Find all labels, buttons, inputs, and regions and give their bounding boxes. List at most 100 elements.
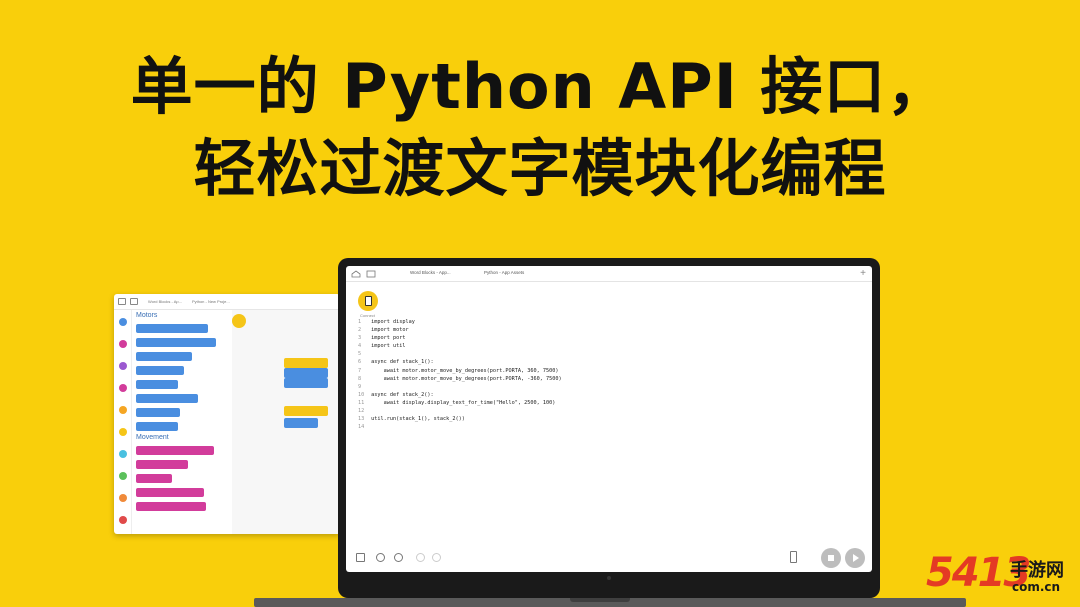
motor-block[interactable]	[136, 408, 180, 417]
laptop: Word Blocks - App... Python - App Assets…	[338, 258, 880, 598]
motor-block[interactable]	[136, 380, 178, 389]
motor-block[interactable]	[136, 338, 216, 347]
redo-icon[interactable]	[432, 553, 441, 562]
laptop-notch	[570, 598, 630, 602]
code-line: 4 import util	[358, 342, 562, 350]
code-text: await motor.motor_move_by_degrees(port.P…	[368, 367, 559, 374]
category-light-dot[interactable]	[119, 362, 127, 370]
watermark-url: com.cn	[1012, 580, 1061, 594]
headline-line-1: 单一的 Python API 接口，	[130, 50, 950, 123]
home-icon[interactable]	[118, 298, 126, 305]
code-text: await display.display_text_for_time("Hel…	[368, 399, 556, 406]
movement-block[interactable]	[136, 446, 214, 455]
movement-block[interactable]	[136, 488, 204, 497]
code-text: async def stack_2():	[368, 391, 434, 398]
category-motors-dot[interactable]	[119, 318, 127, 326]
add-tab-icon[interactable]: +	[860, 268, 866, 279]
line-number: 6	[358, 359, 362, 366]
python-editor-screen: Word Blocks - App... Python - App Assets…	[346, 266, 872, 572]
category-operators-dot[interactable]	[119, 472, 127, 480]
motor-block[interactable]	[136, 352, 192, 361]
hub-icon	[364, 296, 372, 306]
line-number: 5	[358, 351, 362, 358]
section-motors-heading: Motors	[136, 312, 158, 319]
home-icon[interactable]	[351, 270, 361, 278]
zoom-in-icon[interactable]	[394, 553, 403, 562]
motor-block[interactable]	[284, 378, 328, 388]
line-number: 1	[358, 319, 362, 325]
tablet-tab-python[interactable]: Python - New Proje...	[192, 299, 230, 304]
code-line: 3 import port	[358, 334, 562, 342]
category-sound-dot[interactable]	[119, 384, 127, 392]
tablet-tab-word-blocks[interactable]: Word Blocks - Ap...	[148, 299, 182, 304]
code-line: 12	[358, 407, 562, 415]
code-line: 9	[358, 383, 562, 391]
category-sensors-dot[interactable]	[119, 450, 127, 458]
category-myblocks-dot[interactable]	[119, 516, 127, 524]
motor-block[interactable]	[136, 422, 178, 431]
code-line: 10 async def stack_2():	[358, 391, 562, 399]
motor-block[interactable]	[136, 324, 208, 333]
editor-bottombar	[346, 544, 872, 572]
stop-button[interactable]	[821, 548, 841, 568]
code-text: await motor.motor_move_by_degrees(port.P…	[368, 375, 562, 382]
tab-python[interactable]: Python - App Assets	[484, 270, 524, 275]
line-number: 7	[358, 367, 362, 374]
editor-topbar: Word Blocks - App... Python - App Assets…	[346, 266, 872, 282]
motor-block[interactable]	[284, 368, 328, 378]
line-number: 9	[358, 383, 362, 390]
word-blocks-tablet: Word Blocks - Ap... Python - New Proje..…	[114, 294, 340, 534]
code-line: 13 util.run(stack_1(), stack_2())	[358, 415, 562, 423]
line-number: 13	[358, 416, 365, 423]
code-text: import display	[368, 319, 415, 325]
category-variables-dot[interactable]	[119, 494, 127, 502]
device-icon[interactable]	[790, 551, 797, 563]
display-block[interactable]	[284, 418, 318, 428]
line-number: 8	[358, 375, 362, 382]
camera-dot	[607, 576, 611, 580]
headline-line-2: 轻松过渡文字模块化编程	[193, 132, 887, 205]
line-number: 4	[358, 343, 362, 350]
block-palette: Motors Movement	[134, 310, 232, 534]
undo-icon[interactable]	[416, 553, 425, 562]
connect-button[interactable]	[358, 291, 378, 311]
blocks-canvas	[232, 310, 340, 534]
line-number: 14	[358, 424, 365, 431]
line-number: 3	[358, 335, 362, 342]
hat-block[interactable]	[284, 358, 328, 368]
tablet-topbar: Word Blocks - Ap... Python - New Proje..…	[114, 294, 340, 310]
code-text: import util	[368, 343, 406, 350]
movement-block[interactable]	[136, 474, 172, 483]
code-line: 14	[358, 423, 562, 431]
code-line: 6 async def stack_1():	[358, 358, 562, 366]
line-number: 10	[358, 391, 365, 398]
hub-icon[interactable]	[130, 298, 138, 305]
code-text: util.run(stack_1(), stack_2())	[368, 416, 465, 423]
section-movement-heading: Movement	[136, 434, 169, 441]
zoom-out-icon[interactable]	[376, 553, 385, 562]
code-line: 7 await motor.motor_move_by_degrees(port…	[358, 367, 562, 375]
tab-word-blocks[interactable]: Word Blocks - App...	[410, 270, 451, 275]
code-line: 5	[358, 350, 562, 358]
hat-block[interactable]	[284, 406, 328, 416]
code-text: async def stack_1():	[368, 359, 434, 366]
line-number: 11	[358, 399, 365, 406]
code-editor[interactable]: 1 import display 2 import motor 3 import p…	[358, 318, 562, 431]
code-line: 1 import display	[358, 318, 562, 326]
category-events-dot[interactable]	[119, 406, 127, 414]
category-control-dot[interactable]	[119, 428, 127, 436]
line-number: 12	[358, 408, 365, 415]
motor-block[interactable]	[136, 366, 184, 375]
movement-block[interactable]	[136, 502, 206, 511]
code-line: 2 import motor	[358, 326, 562, 334]
fullscreen-icon[interactable]	[356, 553, 365, 562]
hub-icon[interactable]	[366, 270, 376, 278]
category-movement-dot[interactable]	[119, 340, 127, 348]
motor-block[interactable]	[136, 394, 198, 403]
connect-button[interactable]	[232, 314, 246, 328]
play-button[interactable]	[845, 548, 865, 568]
movement-block[interactable]	[136, 460, 188, 469]
